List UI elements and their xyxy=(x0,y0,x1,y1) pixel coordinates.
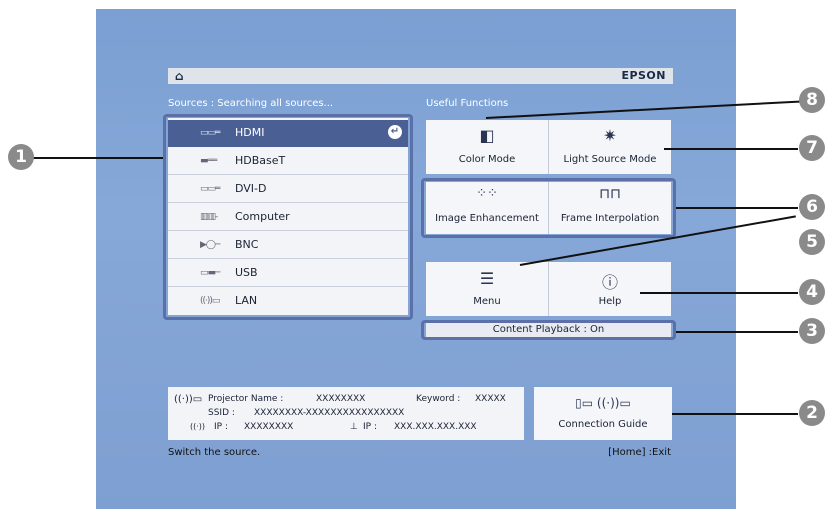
callout-3: 3 xyxy=(799,318,825,344)
light-source-mode-button[interactable]: ✷ Light Source Mode xyxy=(549,120,671,174)
wired-ip-label: IP : xyxy=(363,422,377,432)
function-row-menu: ☰ Menu ⓘ Help xyxy=(426,262,671,316)
menu-button[interactable]: ☰ Menu xyxy=(426,262,548,316)
callout-line-4 xyxy=(640,292,798,294)
wireless-lan-icon: ((·))▭ xyxy=(174,394,203,405)
wired-ip-value: XXX.XXX.XXX.XXX xyxy=(394,422,477,432)
projector-name-label: Projector Name : xyxy=(208,394,284,404)
status-hint: Switch the source. xyxy=(168,447,261,458)
callout-1: 1 xyxy=(8,144,34,170)
wireless-ip-value: XXXXXXXX xyxy=(244,422,294,432)
callout-6: 6 xyxy=(799,194,825,220)
callout-8: 8 xyxy=(799,87,825,113)
top-bar: ⌂ EPSON xyxy=(168,68,673,84)
ssid-label: SSID : xyxy=(208,408,235,418)
sources-label: Sources : Searching all sources... xyxy=(168,98,334,109)
wired-lan-icon: ⊥ xyxy=(350,422,358,432)
light-source-icon: ✷ xyxy=(603,126,617,145)
wireless-signal-icon: ((·)) xyxy=(190,422,206,431)
callout-line-3 xyxy=(676,331,798,333)
callout-line-6 xyxy=(676,207,798,209)
callout-2: 2 xyxy=(799,400,825,426)
projector-name-value: XXXXXXXX xyxy=(316,394,366,404)
connection-guide-button[interactable]: ▯▭ ((·))▭ Connection Guide xyxy=(534,387,672,440)
callout-line-7 xyxy=(664,148,798,150)
brand-logo: EPSON xyxy=(621,69,666,82)
keyword-value: XXXXX xyxy=(475,394,506,404)
highlight-content-playback xyxy=(421,320,676,340)
exit-hint: [Home] :Exit xyxy=(608,447,671,458)
highlight-source-list xyxy=(163,114,413,320)
highlight-image-functions xyxy=(421,178,676,238)
color-mode-label: Color Mode xyxy=(458,154,516,165)
help-label: Help xyxy=(598,296,622,307)
color-mode-button[interactable]: ◧ Color Mode xyxy=(426,120,548,174)
menu-label: Menu xyxy=(473,296,501,307)
callout-line-2 xyxy=(672,413,798,415)
help-icon: ⓘ xyxy=(601,273,618,292)
callout-7: 7 xyxy=(799,135,825,161)
light-source-mode-label: Light Source Mode xyxy=(563,154,657,165)
callout-4: 4 xyxy=(799,279,825,305)
callout-line-1 xyxy=(33,157,163,159)
function-row-modes: ◧ Color Mode ✷ Light Source Mode xyxy=(426,120,671,174)
connection-guide-icon: ▯▭ ((·))▭ xyxy=(575,396,631,410)
ssid-value: XXXXXXXX-XXXXXXXXXXXXXXXX xyxy=(254,408,405,418)
wireless-ip-label: IP : xyxy=(214,422,228,432)
help-button[interactable]: ⓘ Help xyxy=(549,262,671,316)
color-mode-icon: ◧ xyxy=(479,126,495,145)
useful-functions-label: Useful Functions xyxy=(426,98,509,109)
menu-icon: ☰ xyxy=(479,269,495,288)
home-icon[interactable]: ⌂ xyxy=(175,69,184,83)
connection-guide-label: Connection Guide xyxy=(558,419,648,430)
callout-5: 5 xyxy=(799,229,825,255)
keyword-label: Keyword : xyxy=(416,394,461,404)
network-info-panel: ((·))▭ Projector Name : XXXXXXXX Keyword… xyxy=(168,387,524,440)
